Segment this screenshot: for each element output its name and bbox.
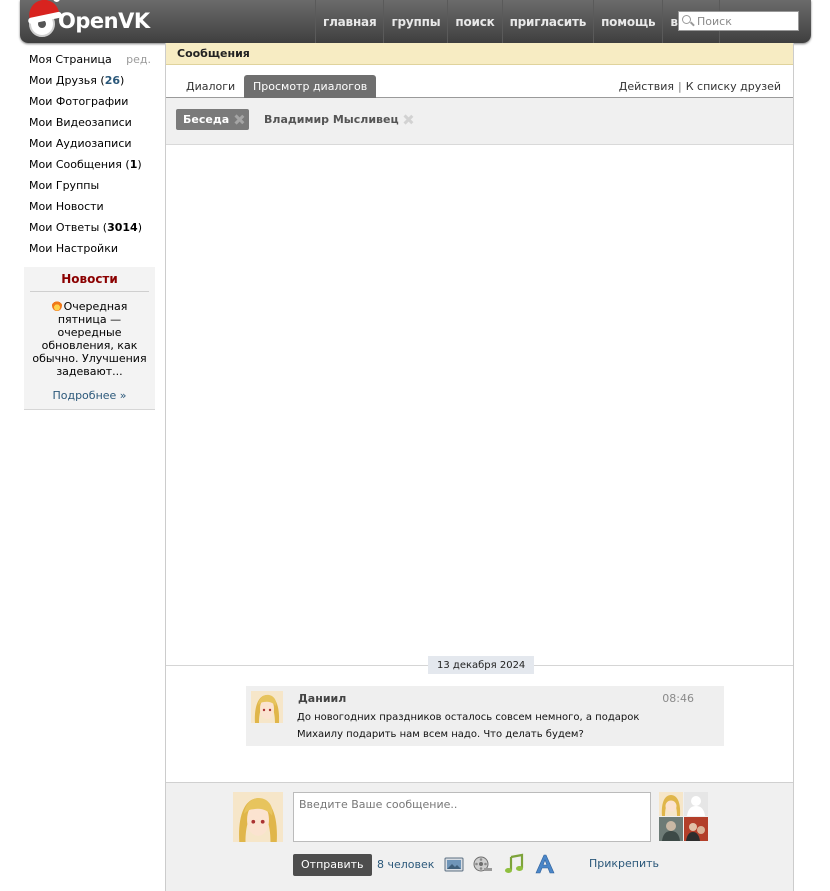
my-avatar bbox=[233, 792, 283, 842]
santa-hat-icon bbox=[26, 0, 60, 21]
sidebar-item-label: Мои Видеозаписи bbox=[29, 116, 132, 129]
sidebar-item-replies[interactable]: Мои Ответы (3014) bbox=[24, 220, 155, 241]
message-text: До новогодних праздников осталось совсем… bbox=[297, 712, 640, 740]
sidebar-item-label: Мои Фотографии bbox=[29, 95, 129, 108]
message-author[interactable]: Даниил bbox=[298, 692, 346, 705]
sidebar-item-label: Мои Группы bbox=[29, 179, 100, 192]
participant-avatar[interactable] bbox=[659, 792, 683, 816]
close-icon[interactable] bbox=[234, 115, 243, 124]
sidebar-item-audio[interactable]: Мои Аудиозаписи bbox=[24, 136, 155, 157]
send-button[interactable]: Отправить bbox=[293, 854, 372, 876]
video-attach-icon[interactable] bbox=[471, 853, 493, 875]
fire-icon bbox=[51, 299, 62, 311]
nav-help[interactable]: помощь bbox=[593, 0, 662, 43]
nav-home[interactable]: главная bbox=[315, 0, 383, 43]
edit-link[interactable]: ред. bbox=[126, 52, 151, 68]
text-attach-icon[interactable] bbox=[534, 853, 556, 875]
top-header: OpenVK главная группы поиск пригласить п… bbox=[20, 0, 811, 43]
participant-avatar[interactable] bbox=[684, 792, 708, 816]
messages-count: 1 bbox=[129, 158, 138, 171]
sidebar-item-label: Мои Аудиозаписи bbox=[29, 137, 132, 150]
message-item[interactable]: Даниил 08:46 До новогодних праздников ос… bbox=[246, 686, 724, 746]
actions-link[interactable]: Действия bbox=[619, 80, 674, 93]
close-icon[interactable] bbox=[404, 115, 413, 124]
sidebar-item-my-page[interactable]: Моя Страница ред. bbox=[24, 52, 155, 73]
nav-search[interactable]: поиск bbox=[447, 0, 501, 43]
sidebar-item-news[interactable]: Мои Новости bbox=[24, 199, 155, 220]
tab-view-dialog[interactable]: Просмотр диалогов bbox=[244, 75, 377, 98]
news-text: Очередная пятница — очередные обновления… bbox=[32, 300, 147, 378]
attach-link[interactable]: Прикрепить bbox=[589, 857, 659, 870]
message-time: 08:46 bbox=[662, 692, 694, 705]
nav-invite[interactable]: пригласить bbox=[501, 0, 594, 43]
message-input[interactable] bbox=[293, 792, 651, 842]
participants-avatars[interactable] bbox=[659, 792, 709, 841]
news-widget: Новости Очередная пятница — очередные об… bbox=[24, 267, 155, 410]
sidebar-item-friends[interactable]: Мои Друзья (26) bbox=[24, 73, 155, 94]
participant-avatar[interactable] bbox=[684, 817, 708, 841]
participants-count-link[interactable]: 8 человек bbox=[377, 858, 434, 871]
tabs-bar: Диалоги Просмотр диалогов Действия | К спи… bbox=[166, 65, 793, 98]
conversation-chips: Беседа Владимир Мысливец bbox=[166, 98, 793, 145]
sidebar-item-photos[interactable]: Мои Фотографии bbox=[24, 94, 155, 115]
sidebar-item-messages[interactable]: Мои Сообщения (1) bbox=[24, 157, 155, 178]
chip-label: Беседа bbox=[183, 113, 230, 126]
chip-chat[interactable]: Беседа bbox=[176, 109, 250, 130]
replies-count: 3014 bbox=[107, 221, 138, 234]
chip-user[interactable]: Владимир Мысливец bbox=[257, 109, 419, 130]
photo-attach-icon[interactable] bbox=[443, 853, 465, 875]
sidebar-item-label: Мои Ответы bbox=[29, 221, 100, 234]
left-sidebar: Моя Страница ред. Мои Друзья (26) Мои Фо… bbox=[24, 52, 155, 410]
search-input[interactable] bbox=[697, 14, 797, 28]
avatar[interactable] bbox=[251, 691, 283, 723]
sidebar-item-label: Мои Друзья bbox=[29, 74, 97, 87]
page-title: Сообщения bbox=[166, 43, 793, 65]
actions-bar: Действия | К списку друзей bbox=[618, 80, 781, 93]
chip-label: Владимир Мысливец bbox=[264, 113, 399, 126]
tab-dialogs[interactable]: Диалоги bbox=[177, 75, 244, 98]
friends-list-link[interactable]: К списку друзей bbox=[686, 80, 781, 93]
sidebar-item-label: Мои Настройки bbox=[29, 242, 118, 255]
participant-avatar[interactable] bbox=[659, 817, 683, 841]
sidebar-item-label: Мои Новости bbox=[29, 200, 104, 213]
audio-attach-icon[interactable] bbox=[503, 853, 525, 875]
sidebar-item-label: Моя Страница bbox=[29, 53, 112, 66]
message-composer: Отправить 8 человек Прикрепить bbox=[166, 782, 793, 891]
nav-groups[interactable]: группы bbox=[383, 0, 447, 43]
friends-count: 26 bbox=[104, 74, 121, 87]
header-search bbox=[678, 11, 799, 31]
openvk-logo[interactable]: OpenVK bbox=[24, 0, 150, 40]
sidebar-item-groups[interactable]: Мои Группы bbox=[24, 178, 155, 199]
news-title: Новости bbox=[30, 272, 149, 292]
top-nav: главная группы поиск пригласить помощь в… bbox=[315, 0, 720, 43]
sidebar-item-label: Мои Сообщения bbox=[29, 158, 122, 171]
sidebar-item-settings[interactable]: Мои Настройки bbox=[24, 241, 155, 262]
news-body: Очередная пятница — очередные обновления… bbox=[30, 299, 149, 378]
news-more-link[interactable]: Подробнее » bbox=[30, 389, 149, 402]
logo-text: OpenVK bbox=[58, 9, 150, 33]
date-label: 13 декабря 2024 bbox=[428, 656, 535, 674]
message-history[interactable]: 13 декабря 2024 Даниил 08:46 До новогодн… bbox=[166, 145, 793, 781]
sidebar-item-videos[interactable]: Мои Видеозаписи bbox=[24, 115, 155, 136]
search-icon bbox=[682, 15, 694, 27]
main-content: Сообщения Диалоги Просмотр диалогов Дейс… bbox=[165, 43, 794, 891]
